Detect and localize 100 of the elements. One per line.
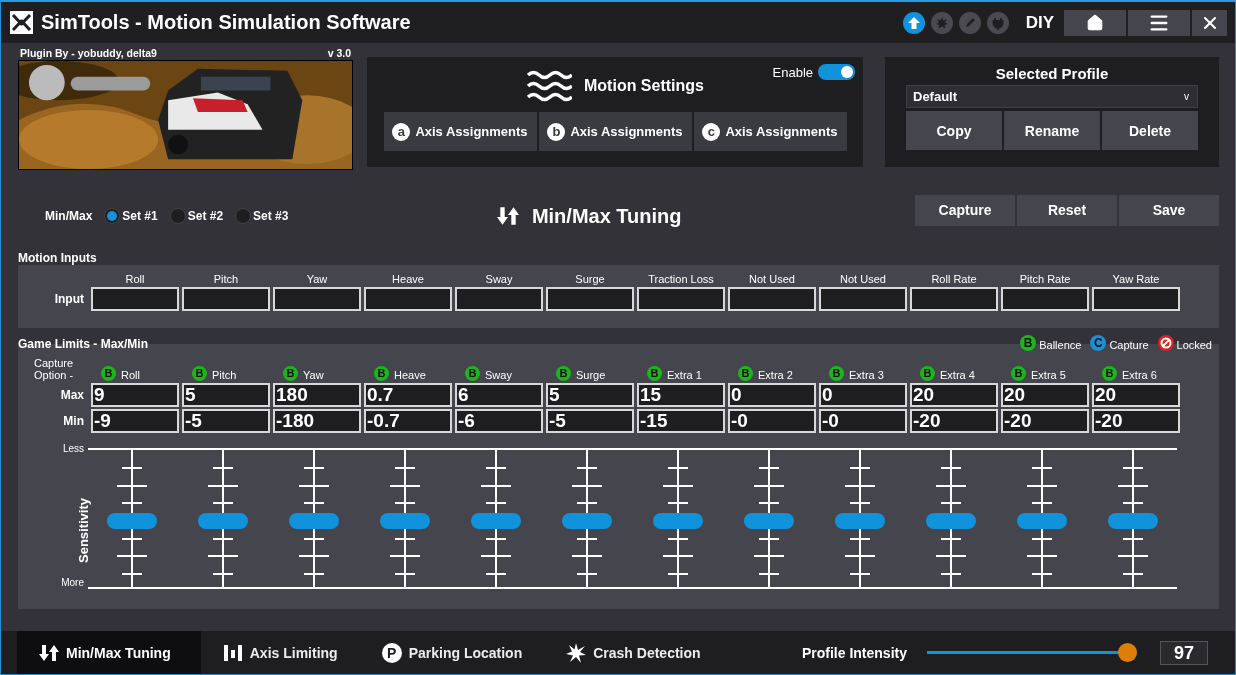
min-field[interactable]: -6	[455, 409, 543, 433]
slider-thumb[interactable]	[198, 512, 248, 529]
input-field[interactable]	[910, 287, 998, 311]
capture-option-badge[interactable]: B	[1011, 366, 1026, 381]
sensitivity-slider[interactable]	[289, 450, 339, 587]
bottom-tab[interactable]: Min/Max Tuning	[17, 631, 201, 674]
min-field[interactable]: -20	[910, 409, 998, 433]
min-field[interactable]: -20	[1001, 409, 1089, 433]
legend-badge: B	[1020, 335, 1037, 351]
capture-option-label: Capture Option -	[33, 357, 75, 383]
max-field[interactable]: 180	[273, 383, 361, 407]
capture-option-badge[interactable]: B	[829, 366, 844, 381]
max-field[interactable]: 0	[728, 383, 816, 407]
min-field[interactable]: -9	[91, 409, 179, 433]
max-field[interactable]: 5	[546, 383, 634, 407]
input-field[interactable]	[1001, 287, 1089, 311]
sensitivity-slider[interactable]	[471, 450, 521, 587]
sensitivity-slider[interactable]	[926, 450, 976, 587]
burst-icon	[566, 642, 587, 663]
slider-thumb[interactable]	[926, 512, 976, 529]
tuning-button[interactable]: Capture	[915, 194, 1015, 226]
profile-button[interactable]: Rename	[1004, 111, 1100, 150]
max-field[interactable]: 5	[182, 383, 270, 407]
min-field[interactable]: -180	[273, 409, 361, 433]
menu-button[interactable]	[1128, 9, 1190, 36]
max-field[interactable]: 0.7	[364, 383, 452, 407]
motion-settings-title: Motion Settings	[584, 77, 704, 95]
slider-thumb[interactable]	[744, 512, 794, 529]
input-field[interactable]	[273, 287, 361, 311]
axis-assignments-button[interactable]: c Axis Assignments	[693, 112, 847, 151]
input-field[interactable]	[546, 287, 634, 311]
min-field[interactable]: -0	[819, 409, 907, 433]
set-radio[interactable]	[169, 208, 186, 224]
enable-toggle[interactable]	[818, 64, 855, 80]
capture-option-badge[interactable]: B	[283, 366, 298, 381]
sensitivity-slider[interactable]	[1017, 450, 1067, 587]
max-field[interactable]: 9	[91, 383, 179, 407]
capture-option-badge[interactable]: B	[647, 366, 662, 381]
capture-option-badge[interactable]: B	[556, 366, 571, 381]
input-field[interactable]	[637, 287, 725, 311]
slider-thumb[interactable]	[653, 512, 703, 529]
slider-thumb[interactable]	[289, 512, 339, 529]
set-radio[interactable]	[104, 208, 121, 224]
close-button[interactable]	[1192, 9, 1227, 36]
max-field[interactable]: 6	[455, 383, 543, 407]
input-field[interactable]	[91, 287, 179, 311]
home-button[interactable]	[1064, 9, 1126, 36]
set-radio[interactable]	[235, 208, 252, 224]
sensitivity-slider[interactable]	[1108, 450, 1158, 587]
tuning-button[interactable]: Reset	[1017, 194, 1117, 226]
capture-option-badge[interactable]: B	[738, 366, 753, 381]
profile-title: Selected Profile	[995, 65, 1109, 84]
capture-option-badge[interactable]: B	[374, 366, 389, 381]
capture-option-badge[interactable]: B	[1102, 366, 1117, 381]
input-field[interactable]	[364, 287, 452, 311]
slider-thumb[interactable]	[107, 512, 157, 529]
slider-thumb[interactable]	[380, 512, 430, 529]
sensitivity-slider[interactable]	[744, 450, 794, 587]
capture-option-badge[interactable]: B	[101, 366, 116, 381]
sensitivity-slider[interactable]	[653, 450, 703, 587]
column-header: Heave	[391, 273, 425, 287]
slider-thumb[interactable]	[1017, 512, 1067, 529]
input-field[interactable]	[182, 287, 270, 311]
slider-thumb[interactable]	[562, 512, 612, 529]
slider-thumb[interactable]	[835, 512, 885, 529]
sensitivity-slider[interactable]	[380, 450, 430, 587]
min-field[interactable]: -15	[637, 409, 725, 433]
capture-option-badge[interactable]: B	[192, 366, 207, 381]
axis-assignments-button[interactable]: a Axis Assignments	[383, 112, 537, 151]
sensitivity-slider[interactable]	[107, 450, 157, 587]
capture-option-badge[interactable]: B	[920, 366, 935, 381]
max-field[interactable]: 0	[819, 383, 907, 407]
min-field[interactable]: -20	[1092, 409, 1180, 433]
intensity-thumb[interactable]	[1118, 643, 1138, 662]
legend-label: Ballence	[1039, 339, 1082, 351]
slider-thumb[interactable]	[471, 512, 521, 529]
profile-button[interactable]: Delete	[1102, 111, 1198, 150]
profile-dropdown[interactable]: Default v	[906, 85, 1198, 108]
sensitivity-slider[interactable]	[198, 450, 248, 587]
min-field[interactable]: -5	[182, 409, 270, 433]
input-field[interactable]	[455, 287, 543, 311]
intensity-value[interactable]: 97	[1160, 640, 1208, 665]
capture-option-badge[interactable]: B	[465, 366, 480, 381]
input-field[interactable]	[728, 287, 816, 311]
max-field[interactable]: 15	[637, 383, 725, 407]
profile-button[interactable]: Copy	[906, 111, 1002, 150]
min-field[interactable]: -5	[546, 409, 634, 433]
input-field[interactable]	[1092, 287, 1180, 311]
sensitivity-slider[interactable]	[562, 450, 612, 587]
min-field[interactable]: -0.7	[364, 409, 452, 433]
max-field[interactable]: 20	[1092, 383, 1180, 407]
min-field[interactable]: -0	[728, 409, 816, 433]
max-field[interactable]: 20	[910, 383, 998, 407]
input-field[interactable]	[819, 287, 907, 311]
legend-badge: C	[1090, 335, 1107, 351]
max-field[interactable]: 20	[1001, 383, 1089, 407]
sensitivity-slider[interactable]	[835, 450, 885, 587]
tuning-button[interactable]: Save	[1119, 194, 1219, 226]
slider-thumb[interactable]	[1108, 512, 1158, 529]
axis-assignments-button[interactable]: b Axis Assignments	[538, 112, 692, 151]
